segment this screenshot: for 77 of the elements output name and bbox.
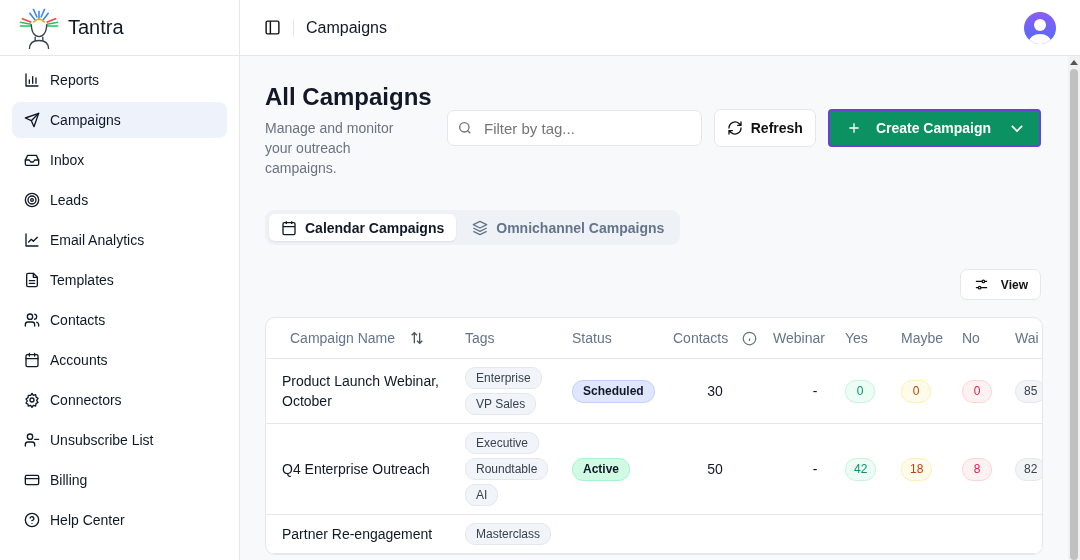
credit-card-icon — [24, 472, 40, 488]
tag: Masterclass — [465, 523, 551, 545]
sidebar-toggle-icon[interactable] — [264, 19, 281, 36]
sidebar-item[interactable]: Reports — [12, 62, 227, 98]
users-icon — [24, 312, 40, 328]
document-icon — [24, 272, 40, 288]
count-badge: 82 — [1015, 457, 1042, 481]
campaign-name[interactable]: Q4 Enterprise Outreach — [282, 459, 430, 479]
refresh-button[interactable]: Refresh — [713, 109, 816, 147]
sidebar-item[interactable]: Leads — [12, 182, 227, 218]
view-button[interactable]: View — [959, 269, 1041, 300]
sidebar-item[interactable]: Help Center — [12, 502, 227, 538]
contacts-count: 30 — [707, 383, 723, 399]
paper-plane-icon — [24, 112, 40, 128]
refresh-icon — [726, 120, 743, 136]
sidebar-item[interactable]: Contacts — [12, 302, 227, 338]
bar-chart-icon — [24, 72, 40, 88]
header-title: Campaigns — [306, 18, 387, 37]
tag: VP Sales — [465, 393, 537, 415]
column-header[interactable]: Status — [572, 330, 612, 346]
info-icon[interactable] — [742, 330, 758, 346]
column-header[interactable]: Webinar — [773, 330, 825, 346]
count-badge: 8 — [962, 457, 992, 481]
tag: Roundtable — [465, 458, 549, 480]
sidebar-item[interactable]: Billing — [12, 462, 227, 498]
column-header[interactable]: Tags — [465, 330, 495, 346]
tag: AI — [465, 484, 499, 506]
sidebar-item[interactable]: Inbox — [12, 142, 227, 178]
webinar-value: - — [812, 383, 818, 399]
column-header[interactable]: Maybe — [901, 330, 944, 346]
column-header[interactable]: Wai — [1015, 330, 1039, 346]
tag: Enterprise — [465, 367, 542, 389]
search-field[interactable]: Filter by tag... — [447, 110, 702, 146]
target-icon — [24, 192, 40, 208]
count-badge: 0 — [901, 379, 931, 403]
inbox-icon — [24, 152, 40, 168]
column-header[interactable]: Yes — [845, 330, 868, 346]
brand-name: Tantra — [68, 16, 124, 39]
tag: Executive — [465, 432, 540, 454]
status-badge: Scheduled — [572, 379, 655, 403]
avatar-icon[interactable] — [1024, 11, 1056, 44]
count-badge: 42 — [845, 457, 877, 481]
sidebar-item[interactable]: Unsubscribe List — [12, 422, 227, 458]
layers-icon — [472, 219, 489, 236]
column-header[interactable]: No — [962, 330, 980, 346]
count-badge: 85 — [1015, 379, 1042, 403]
status-badge: Active — [572, 457, 631, 481]
column-header[interactable]: Campaign Name — [290, 330, 396, 346]
column-header[interactable]: Contacts — [673, 330, 729, 346]
count-badge: 0 — [845, 379, 875, 403]
calendar-icon — [24, 352, 40, 368]
sidebar-item[interactable]: Connectors — [12, 382, 227, 418]
sidebar-item[interactable]: Email Analytics — [12, 222, 227, 258]
create-campaign-button[interactable]: Create Campaign — [827, 109, 1041, 147]
chevron-down-icon — [1011, 124, 1023, 132]
sidebar-item[interactable]: Campaigns — [12, 102, 227, 138]
scrollbar[interactable] — [1068, 56, 1080, 560]
tab[interactable]: Omnichannel Campaigns — [460, 214, 677, 241]
sidebar-item[interactable]: Accounts — [12, 342, 227, 378]
page-subtitle: Manage and monitor your outreach campaigns. — [265, 119, 395, 178]
count-badge: 0 — [962, 379, 992, 403]
webinar-value: - — [812, 461, 818, 477]
scroll-up-icon[interactable] — [1070, 60, 1078, 65]
contacts-count: 50 — [707, 461, 723, 477]
page-title: All Campaigns — [265, 82, 433, 112]
search-icon — [457, 120, 473, 136]
sidebar-item[interactable]: Templates — [12, 262, 227, 298]
line-chart-icon — [24, 232, 40, 248]
calendar-icon — [281, 219, 297, 236]
count-badge: 18 — [901, 457, 933, 481]
campaign-name[interactable]: Product Launch Webinar, October — [282, 371, 453, 411]
user-minus-icon — [24, 432, 40, 448]
help-icon — [24, 512, 40, 528]
sliders-icon — [973, 277, 989, 292]
tab[interactable]: Calendar Campaigns — [269, 214, 457, 241]
campaign-name[interactable]: Partner Re-engagement — [282, 524, 433, 544]
settings-icon — [24, 392, 40, 408]
